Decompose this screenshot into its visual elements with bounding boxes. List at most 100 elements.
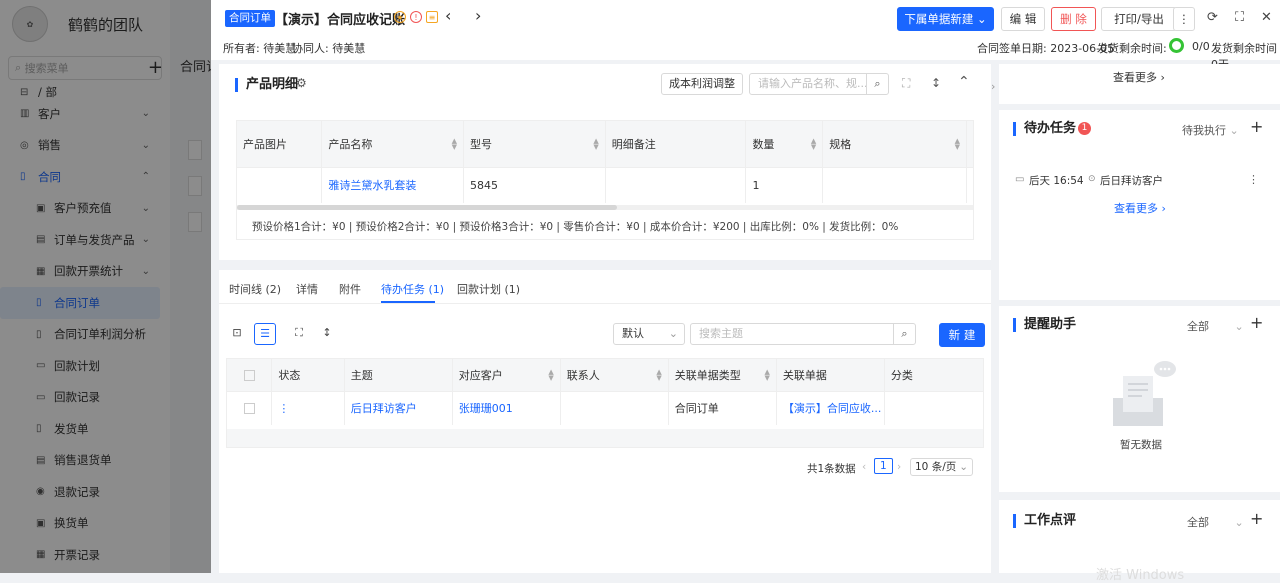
search-icon[interactable]: ⌕	[893, 324, 915, 344]
prev-arrow-icon[interactable]: ‹	[445, 6, 451, 25]
sort-select-value: 默认	[622, 327, 644, 340]
review-filter-label: 全部	[1187, 516, 1209, 529]
sort-icon[interactable]: ▲ ▼	[811, 137, 816, 150]
alert-icon[interactable]: !	[410, 11, 422, 23]
related-doc-link[interactable]: 【演示】合同应收...	[776, 390, 885, 425]
todo-task-text[interactable]: 后日拜访客户	[1100, 173, 1163, 188]
col-header[interactable]: 联系人 ▲ ▼	[560, 359, 669, 391]
print-export-button[interactable]: 打印/导出	[1101, 7, 1177, 31]
prev-page-icon[interactable]: ‹	[862, 461, 866, 473]
progress-ring	[1169, 38, 1184, 53]
add-icon[interactable]: +	[1250, 117, 1263, 136]
add-icon[interactable]: +	[1250, 313, 1263, 332]
vertical-arrows-icon[interactable]: ↕	[931, 76, 941, 90]
table-row[interactable]: ⋮ 后日拜访客户 张珊珊001 合同订单 【演示】合同应收...	[227, 390, 983, 425]
doc-type: 合同订单	[668, 390, 777, 425]
sort-icon[interactable]: ▲ ▼	[955, 137, 960, 150]
sort-icon[interactable]: ▲ ▼	[656, 368, 661, 381]
edit-button[interactable]: 编 辑	[1001, 7, 1045, 31]
new-sub-doc-button[interactable]: 下属单据新建 ⌄	[897, 7, 994, 31]
tab-bar: 时间线 (2) 详情 附件 待办任务 (1) 回款计划 (1)	[219, 270, 991, 304]
task-search-input[interactable]: 搜索主题 ⌕	[690, 323, 916, 345]
fullscreen-icon[interactable]: ⛶	[288, 323, 310, 345]
col-header[interactable]: 产品名称 ▲ ▼	[321, 121, 465, 167]
new-task-button[interactable]: 新 建	[939, 323, 985, 347]
col-header[interactable]: 型号 ▲ ▼	[463, 121, 606, 167]
list-view-icon[interactable]: ☰	[254, 323, 276, 345]
page-size-value: 10 条/页	[915, 461, 957, 473]
todo-card: 待办任务 1 待我执行 ⌄ + ▭ 后天 16:54 ⊙ 后日拜访客户 ⋮ 查看更…	[999, 110, 1280, 300]
more-vertical-icon[interactable]: ⋮	[1248, 173, 1259, 186]
total-count: 共1条数据	[807, 463, 856, 475]
page-number[interactable]: 1	[874, 458, 893, 474]
col-header[interactable]: 规格 ▲ ▼	[822, 121, 967, 167]
chevron-right-icon: ›	[1160, 71, 1165, 84]
clock-icon: ⊙	[1088, 174, 1096, 184]
search-icon[interactable]: ⌕	[866, 74, 888, 94]
chevron-right-icon[interactable]: ›	[991, 80, 995, 93]
review-filter[interactable]: 全部 ⌄	[1187, 514, 1244, 530]
row-select-cell[interactable]	[227, 390, 273, 425]
product-search-placeholder: 请输入产品名称、规...	[758, 77, 868, 90]
tab-payment-plan[interactable]: 回款计划 (1)	[457, 281, 520, 297]
more-button[interactable]: ⋮	[1173, 7, 1195, 31]
product-name-link[interactable]: 雅诗兰黛水乳套装	[321, 166, 465, 203]
tab-todo[interactable]: 待办任务 (1)	[381, 281, 444, 297]
select-all-checkbox[interactable]	[243, 369, 255, 381]
sort-icon[interactable]: ▲ ▼	[593, 137, 598, 150]
col-header-label: 联系人	[566, 368, 600, 382]
review-title: 工作点评	[1013, 514, 1076, 528]
tab-attachments[interactable]: 附件	[339, 281, 361, 297]
todo-time: 后天 16:54	[1029, 175, 1084, 187]
sort-icon[interactable]: ▲ ▼	[548, 368, 553, 381]
row-checkbox[interactable]	[243, 403, 255, 415]
status-menu[interactable]: ⋮	[271, 390, 345, 425]
tab-active-indicator	[381, 301, 435, 303]
fullscreen-icon[interactable]: ⛶	[1235, 10, 1244, 25]
delete-button[interactable]: 删 除	[1051, 7, 1096, 31]
contact	[560, 390, 669, 425]
page-size-select[interactable]: 10 条/页 ⌄	[910, 458, 973, 476]
cost-profit-adjust-button[interactable]: 成本利润调整	[661, 73, 743, 95]
col-header[interactable]: 关联单据类型 ▲ ▼	[668, 359, 777, 391]
next-arrow-icon[interactable]: ›	[475, 6, 481, 25]
add-icon[interactable]: +	[1250, 509, 1263, 528]
col-header-label: 产品名称	[328, 137, 373, 151]
sort-icon[interactable]: ▲ ▼	[764, 368, 769, 381]
collaborator: 协同人: 待美慧	[292, 42, 366, 55]
refresh-icon[interactable]: ⟳	[1207, 10, 1218, 25]
note-icon[interactable]: ≡	[426, 11, 438, 23]
todo-filter[interactable]: 待我执行 ⌄	[1182, 122, 1239, 138]
vertical-arrows-icon[interactable]: ↕	[316, 323, 338, 345]
windows-watermark: 激活 Windows	[1096, 568, 1185, 583]
select-all-cell[interactable]	[227, 359, 273, 391]
close-icon[interactable]: ✕	[1261, 10, 1272, 25]
see-more-link[interactable]: 查看更多 ›	[1113, 69, 1165, 85]
col-header-label: 对应客户	[458, 368, 503, 382]
next-page-icon[interactable]: ›	[897, 461, 901, 473]
product-extra: 0	[966, 166, 973, 203]
card-view-icon[interactable]: ⊡	[226, 323, 248, 345]
customer-link[interactable]: 张珊珊001	[452, 390, 561, 425]
collapse-icon[interactable]: ⌃	[958, 74, 970, 90]
star-icon[interactable]: ★	[394, 11, 406, 23]
doc-type-tag: 合同订单	[225, 10, 275, 27]
sort-select[interactable]: 默认 ⌄	[613, 323, 685, 345]
col-header[interactable]: 分类▲▼	[884, 359, 983, 391]
doc-title: 【演示】合同应收记账	[275, 13, 406, 28]
task-subject-link[interactable]: 后日拜访客户	[344, 390, 453, 425]
sort-icon[interactable]: ▲ ▼	[452, 137, 457, 150]
col-header[interactable]: 对应客户 ▲ ▼	[452, 359, 561, 391]
col-header-label: 关联单据类型	[674, 368, 741, 382]
col-header: 状态	[271, 359, 345, 391]
product-search-input[interactable]: 请输入产品名称、规... ⌕	[749, 73, 889, 95]
todo-see-more-link[interactable]: 查看更多 ›	[1114, 200, 1166, 216]
scrollbar-thumb[interactable]	[237, 205, 617, 210]
settings-gear-icon[interactable]: ⚙	[296, 76, 307, 90]
col-header[interactable]: 数量 ▲ ▼	[745, 121, 824, 167]
horizontal-scrollbar[interactable]	[237, 205, 973, 210]
reminder-filter[interactable]: 全部 ⌄	[1187, 318, 1244, 334]
tab-timeline[interactable]: 时间线 (2)	[229, 281, 281, 297]
expand-icon[interactable]: ⛶	[902, 76, 910, 91]
tab-details[interactable]: 详情	[296, 281, 318, 297]
